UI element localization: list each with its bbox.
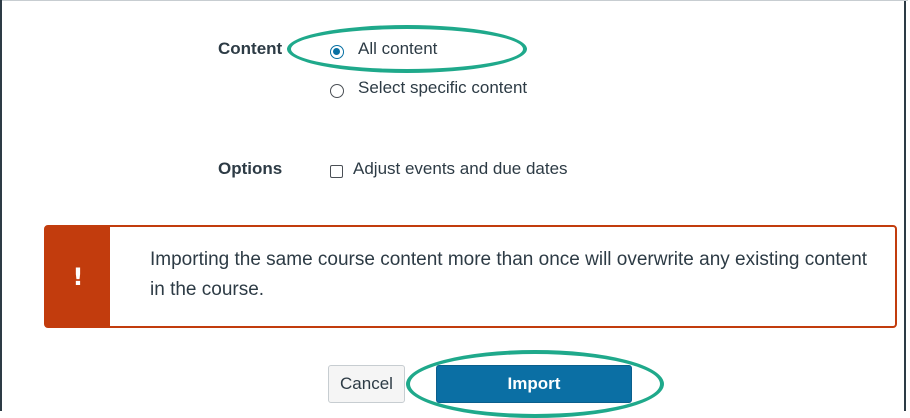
adjust-dates-checkbox-label[interactable]: Adjust events and due dates	[353, 159, 568, 179]
top-divider	[2, 0, 908, 1]
cancel-button[interactable]: Cancel	[328, 365, 405, 403]
warning-icon: !	[72, 262, 84, 291]
radio-select-specific-content-label[interactable]: Select specific content	[358, 78, 527, 98]
radio-select-specific-content[interactable]	[330, 84, 344, 98]
radio-all-content[interactable]	[330, 45, 344, 59]
options-label: Options	[218, 159, 283, 178]
alert-message: Importing the same course content more t…	[150, 249, 868, 300]
content-label: Content	[218, 39, 283, 58]
form-panel: Content All content Select specific cont…	[0, 0, 908, 418]
adjust-dates-checkbox[interactable]	[330, 165, 343, 178]
import-button[interactable]: Import	[436, 365, 632, 403]
warning-alert: ! Importing the same course content more…	[44, 225, 897, 328]
alert-stripe: !	[46, 227, 110, 326]
radio-all-content-label[interactable]: All content	[358, 39, 437, 59]
